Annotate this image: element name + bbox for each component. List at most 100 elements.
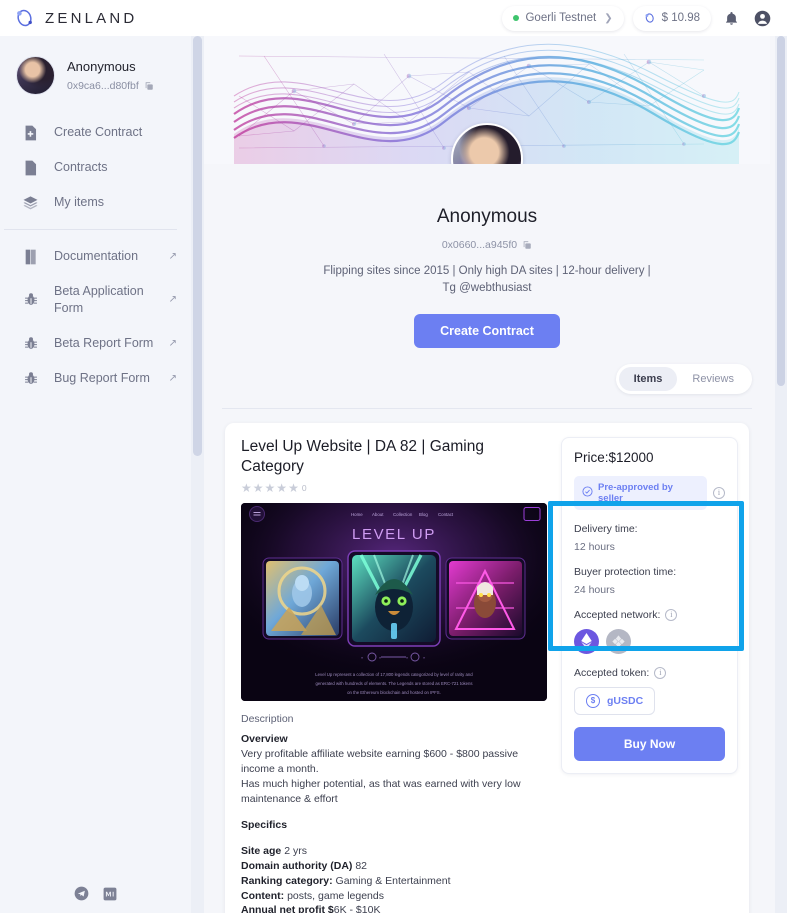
profile-header: Anonymous 0x0660...a945f0 Flipping sites… (204, 164, 770, 348)
tab-items[interactable]: Items (618, 366, 678, 391)
description-body: Overview Very profitable affiliate websi… (241, 732, 547, 913)
ethereum-network-icon[interactable] (574, 628, 599, 654)
item-rating: ★ ★ ★ ★ ★ 0 (241, 481, 547, 495)
medium-icon[interactable] (103, 886, 118, 901)
sidebar-profile[interactable]: Anonymous 0x9ca6...d80fbf (0, 50, 191, 95)
balance-amount: $ 10.98 (661, 12, 700, 24)
sidebar-label: Create Contract (54, 125, 143, 140)
bug-icon (22, 370, 39, 387)
create-contract-button[interactable]: Create Contract (414, 313, 560, 348)
sidebar-item-documentation[interactable]: Documentation ↗ (0, 239, 191, 274)
bug-icon (22, 335, 39, 352)
sidebar-item-contracts[interactable]: Contracts (0, 150, 191, 185)
accepted-network-row: Accepted network: i (574, 608, 725, 621)
svg-text:About: About (372, 512, 384, 517)
balance-chip[interactable]: $ 10.98 (632, 5, 711, 31)
svg-text:LEVEL UP: LEVEL UP (352, 526, 436, 543)
overview-heading: Overview (241, 733, 288, 746)
spec-key: Content: (241, 889, 285, 902)
sidebar: Anonymous 0x9ca6...d80fbf Create Contrac… (0, 36, 191, 913)
sidebar-social-links (0, 886, 191, 901)
delivery-time-label: Delivery time: (574, 522, 638, 535)
sidebar-item-my-items[interactable]: My items (0, 185, 191, 220)
accepted-network-label: Accepted network: (574, 608, 661, 621)
svg-text:Level Up represent a collectio: Level Up represent a collection of 17,80… (315, 672, 473, 677)
spec-key: Ranking category: (241, 874, 333, 887)
zenland-logo-icon (14, 7, 36, 29)
zenland-token-icon (644, 12, 656, 24)
network-selector[interactable]: Goerli Testnet ❯ (502, 5, 624, 31)
spec-value: 6K - $10K (333, 904, 381, 913)
description-label: Description (241, 713, 294, 726)
sidebar-item-create-contract[interactable]: Create Contract (0, 115, 191, 150)
spec-value: 82 (355, 859, 368, 872)
info-icon[interactable]: i (654, 666, 667, 679)
sidebar-label: My items (54, 195, 104, 210)
brand-name: ZENLAND (45, 9, 138, 27)
spec-value: Gaming & Entertainment (335, 874, 451, 887)
copy-icon[interactable] (144, 81, 154, 91)
avatar (16, 56, 55, 95)
check-circle-icon (582, 485, 593, 500)
buy-now-button[interactable]: Buy Now (574, 726, 725, 761)
sidebar-scrollbar-thumb[interactable] (193, 36, 202, 456)
spec-key: Site age (241, 844, 282, 857)
star-icon: ★ (288, 481, 299, 496)
star-icon: ★ (264, 481, 276, 496)
profile-address[interactable]: 0x0660...a945f0 (204, 239, 770, 251)
pre-approved-row: Pre-approved by seller i (574, 475, 725, 510)
item-card[interactable]: Level Up Website | DA 82 | Gaming Catego… (225, 422, 749, 913)
copy-icon[interactable] (522, 240, 532, 250)
sidebar-label: Bug Report Form (54, 370, 150, 385)
sidebar-label: Documentation (54, 249, 139, 264)
book-icon (22, 248, 39, 265)
svg-text:Blog: Blog (419, 512, 428, 517)
sidebar-label: Contracts (54, 160, 108, 175)
overview-line-1: Very profitable affiliate website earnin… (241, 748, 519, 776)
gnosis-network-icon[interactable] (606, 628, 631, 654)
sidebar-item-beta-application-form[interactable]: Beta Application Form ↗ (0, 274, 191, 326)
item-card-left: Level Up Website | DA 82 | Gaming Catego… (241, 437, 547, 913)
svg-text:on the Ethereum blockchain and: on the Ethereum blockchain and hosted on… (347, 690, 441, 695)
buyer-protection-label: Buyer protection time: (574, 565, 677, 578)
spec-value: posts, game legends (287, 889, 384, 902)
sidebar-nav: Create Contract Contracts My items Docum… (0, 115, 191, 396)
rating-count: 0 (301, 483, 307, 494)
top-bar-actions: Goerli Testnet ❯ $ 10.98 (502, 5, 773, 31)
chevron-right-icon: ❯ (604, 12, 613, 24)
spec-row: Ranking category: Gaming & Entertainment (241, 874, 547, 889)
spec-row: Content: posts, game legends (241, 889, 547, 904)
sidebar-label: Beta Report Form (54, 335, 154, 350)
user-circle-icon[interactable] (751, 7, 773, 29)
star-icon: ★ (252, 481, 264, 496)
file-plus-icon (22, 124, 39, 141)
sidebar-profile-address[interactable]: 0x9ca6...d80fbf (67, 80, 154, 92)
tab-reviews[interactable]: Reviews (677, 367, 749, 391)
sidebar-item-beta-report-form[interactable]: Beta Report Form ↗ (0, 326, 191, 361)
info-icon[interactable]: i (665, 608, 678, 621)
accepted-networks (574, 628, 725, 654)
page-scrollbar-thumb[interactable] (777, 36, 785, 386)
profile-banner (204, 36, 770, 164)
file-icon (22, 159, 39, 176)
bell-icon[interactable] (720, 7, 742, 29)
item-preview-image[interactable]: Home About Collection Blog Contact LEVEL U… (241, 503, 547, 702)
telegram-icon[interactable] (74, 886, 89, 901)
token-chip[interactable]: $ gUSDC (574, 686, 656, 715)
external-link-icon: ↗ (168, 251, 177, 262)
spec-key: Annual net profit $ (241, 904, 334, 913)
brand-logo[interactable]: ZENLAND (14, 7, 137, 29)
app-root: ZENLAND Goerli Testnet ❯ $ 10.98 Anonymo… (0, 0, 787, 913)
svg-text:Home: Home (351, 512, 363, 517)
info-icon[interactable]: i (713, 486, 725, 499)
page-title: Anonymous (436, 206, 538, 227)
external-link-icon: ↗ (168, 372, 177, 384)
page-scrollbar[interactable] (775, 36, 787, 913)
spec-value: 2 yrs (284, 844, 307, 857)
spec-row: Domain authority (DA) 82 (241, 859, 547, 874)
star-icon: ★ (276, 481, 288, 496)
sidebar-scrollbar[interactable] (191, 36, 204, 913)
sidebar-address-text: 0x9ca6...d80fbf (67, 80, 139, 92)
sidebar-item-bug-report-form[interactable]: Bug Report Form ↗ (0, 361, 191, 396)
